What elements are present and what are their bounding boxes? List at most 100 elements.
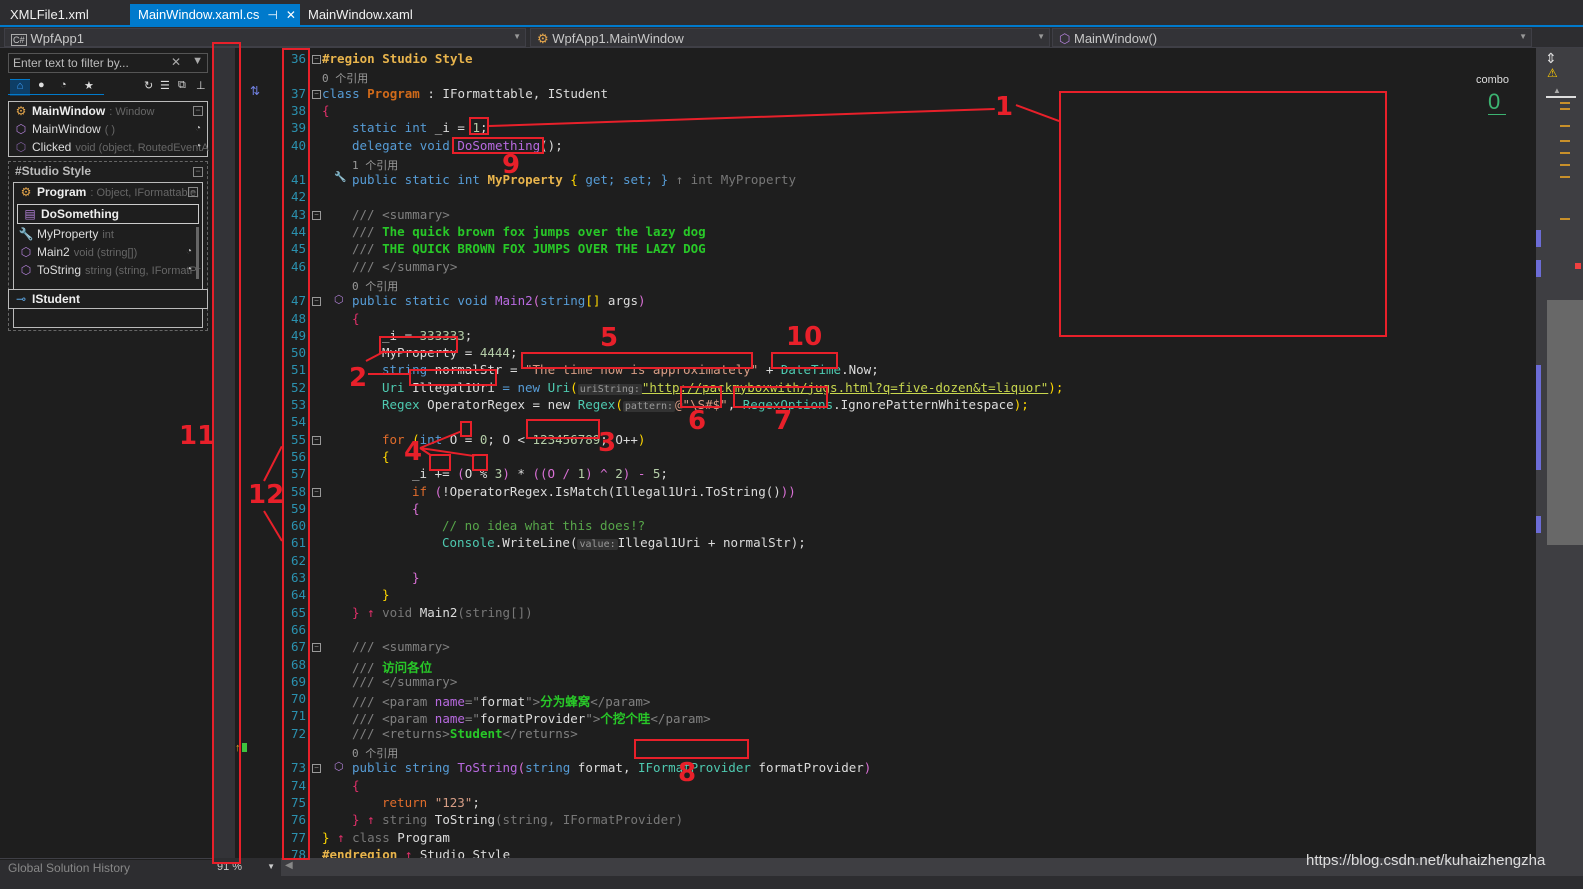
code-token: normalStr = [427, 362, 525, 378]
user-icon[interactable]: ● [38, 79, 45, 91]
code-line: { [322, 103, 330, 118]
member-dropdown[interactable]: ⬡ MainWindow() ▼ [1052, 28, 1532, 47]
pin-icon[interactable]: ⊣ [267, 8, 277, 22]
tab-xmlfile1[interactable]: XMLFile1.xml [2, 4, 97, 25]
fold-toggle[interactable]: − [312, 764, 321, 774]
code-token: ↑ [359, 812, 383, 828]
code-line: } ↑ void Main2(string[]) [352, 605, 533, 620]
delegate-icon: ▤ [24, 207, 36, 221]
codelens-references[interactable]: 0 个引用 [352, 278, 398, 294]
codelens-references[interactable]: 0 个引用 [322, 70, 368, 86]
close-icon[interactable]: ✕ [286, 8, 296, 22]
code-token: for [382, 431, 405, 447]
code-token: } [382, 587, 390, 603]
scroll-left-icon[interactable]: ◀ [285, 860, 293, 871]
line-number: 77 [290, 829, 306, 845]
collapse-toggle[interactable]: − [193, 106, 203, 116]
code-token: delegate void [352, 137, 458, 153]
scroll-up-icon[interactable]: ▲ [1553, 86, 1561, 95]
group-istudent[interactable]: ⊸ IStudent [8, 289, 208, 309]
type-dropdown[interactable]: ⚙ WpfApp1.MainWindow ▼ [530, 28, 1050, 47]
code-token: /// <param [352, 694, 435, 710]
split-icon[interactable]: ⇕ [1545, 50, 1557, 67]
clock-icon: ◔ [194, 141, 201, 152]
chevron-down-icon: ▼ [1037, 32, 1045, 41]
code-token: (string, IFormatProvider) [495, 812, 684, 828]
fold-toggle[interactable]: − [312, 297, 321, 307]
code-token: 1 [472, 120, 480, 136]
line-number: 61 [290, 535, 306, 551]
warning-icon[interactable]: ⚠ [1547, 66, 1558, 80]
codemaid-spade-panel: Enter text to filter by... ✕ ▼ ⌂ ● ◔ ★ ↻… [0, 48, 213, 860]
codelens-references[interactable]: 0 个引用 [352, 745, 398, 761]
type-name: WpfApp1.MainWindow [552, 31, 684, 46]
code-editor[interactable]: 36− #region Studio Style 0 个引用 37− class Pro… [282, 48, 1536, 858]
fold-toggle[interactable]: − [312, 487, 321, 497]
tree-item-program[interactable]: ⚙ Program: Object, IFormattable, [18, 185, 200, 199]
fold-toggle[interactable]: − [312, 55, 321, 64]
filter-icon[interactable]: ▼ [192, 55, 203, 67]
combo-counter: 0 [1488, 90, 1506, 115]
tree-item-main2[interactable]: ⬡ Main2 void (string[]) [18, 245, 138, 259]
code-line: /// <summary> [352, 639, 450, 654]
codelens-references[interactable]: 1 个引用 [352, 157, 398, 173]
code-token: ; [479, 120, 488, 136]
scrollbar-thumb[interactable] [1547, 300, 1583, 545]
tab-mainwindow-xaml[interactable]: MainWindow.xaml [300, 4, 421, 25]
tree-item-mainwindow-ctor[interactable]: ⬡ MainWindow( ) [13, 122, 115, 136]
zoom-level-dropdown[interactable]: 91 % ▼ [213, 858, 281, 876]
region-label[interactable]: #Studio Style [15, 164, 91, 178]
line-number: 64 [290, 587, 306, 603]
project-dropdown[interactable]: C# WpfApp1 ▼ [4, 28, 526, 47]
code-token: if [412, 483, 428, 499]
clear-icon[interactable]: ✕ [171, 55, 181, 69]
clock-icon[interactable]: ◔ [60, 79, 67, 91]
collapse-toggle[interactable]: − [188, 187, 198, 197]
line-number: 67 [290, 639, 306, 655]
tree-item-clicked[interactable]: ⬡ Clicked void (object, RoutedEventA [13, 140, 209, 154]
star-icon[interactable]: ★ [84, 79, 94, 92]
code-token: OperatorRegex = new [419, 397, 578, 412]
refresh-icon[interactable]: ↻ [144, 79, 153, 92]
implementation-icon[interactable]: ⇅ [250, 84, 260, 98]
filter-placeholder: Enter text to filter by... [13, 56, 129, 70]
tree-item-myproperty[interactable]: 🔧 MyProperty int [18, 227, 114, 241]
filter-input[interactable]: Enter text to filter by... ✕ ▼ [8, 53, 208, 73]
fold-toggle[interactable]: − [312, 210, 321, 220]
code-token: format, [570, 760, 638, 776]
tree-scrollbar[interactable] [196, 227, 199, 279]
line-number: 74 [290, 777, 306, 793]
code-token: ; [472, 794, 480, 810]
fold-toggle[interactable]: − [312, 643, 321, 653]
item-label: MyProperty [37, 227, 99, 241]
collapse-toggle[interactable]: − [193, 167, 203, 177]
item-meta: void (object, RoutedEventA [75, 142, 209, 154]
member-name: MainWindow() [1073, 31, 1158, 46]
sidebar-toolbar: ⌂ ● ◔ ★ ↻ ☰ ⧉ ⊥ [8, 78, 208, 96]
code-token: (string[]) [457, 604, 533, 620]
code-token: "> [585, 711, 601, 727]
code-token: (); [540, 137, 563, 153]
code-token: } [322, 829, 330, 845]
code-token: ) - [622, 466, 653, 482]
list-icon[interactable]: ☰ [160, 79, 170, 92]
pin-icon[interactable]: ⊥ [196, 79, 206, 92]
warning-tick [1560, 108, 1570, 110]
tree-item-mainwindow-class[interactable]: ⚙ MainWindow: Window [13, 104, 155, 118]
fold-toggle[interactable]: − [312, 435, 321, 445]
code-token: DateTime [780, 362, 842, 378]
tree-item-tostring[interactable]: ⬡ ToString string (string, IFormatPr [18, 263, 201, 277]
annotation-number: 6 [688, 406, 707, 436]
item-label: ToString [37, 263, 82, 277]
change-indicator [242, 743, 247, 752]
collapse-icon[interactable]: ⧉ [178, 79, 186, 92]
fold-toggle[interactable]: − [312, 89, 321, 99]
warning-tick [1560, 152, 1570, 154]
tab-mainwindow-xaml-cs[interactable]: MainWindow.xaml.cs ⊣ ✕ [130, 4, 300, 25]
override-arrow-icon[interactable]: ↑ [235, 742, 241, 754]
item-meta: : Window [109, 106, 155, 118]
tree-item-dosomething[interactable]: ▤ DoSomething [17, 204, 199, 224]
line-number: 69 [290, 673, 306, 689]
code-token: =" [464, 694, 480, 710]
quick-action-icon[interactable]: 🔧 [334, 172, 346, 183]
